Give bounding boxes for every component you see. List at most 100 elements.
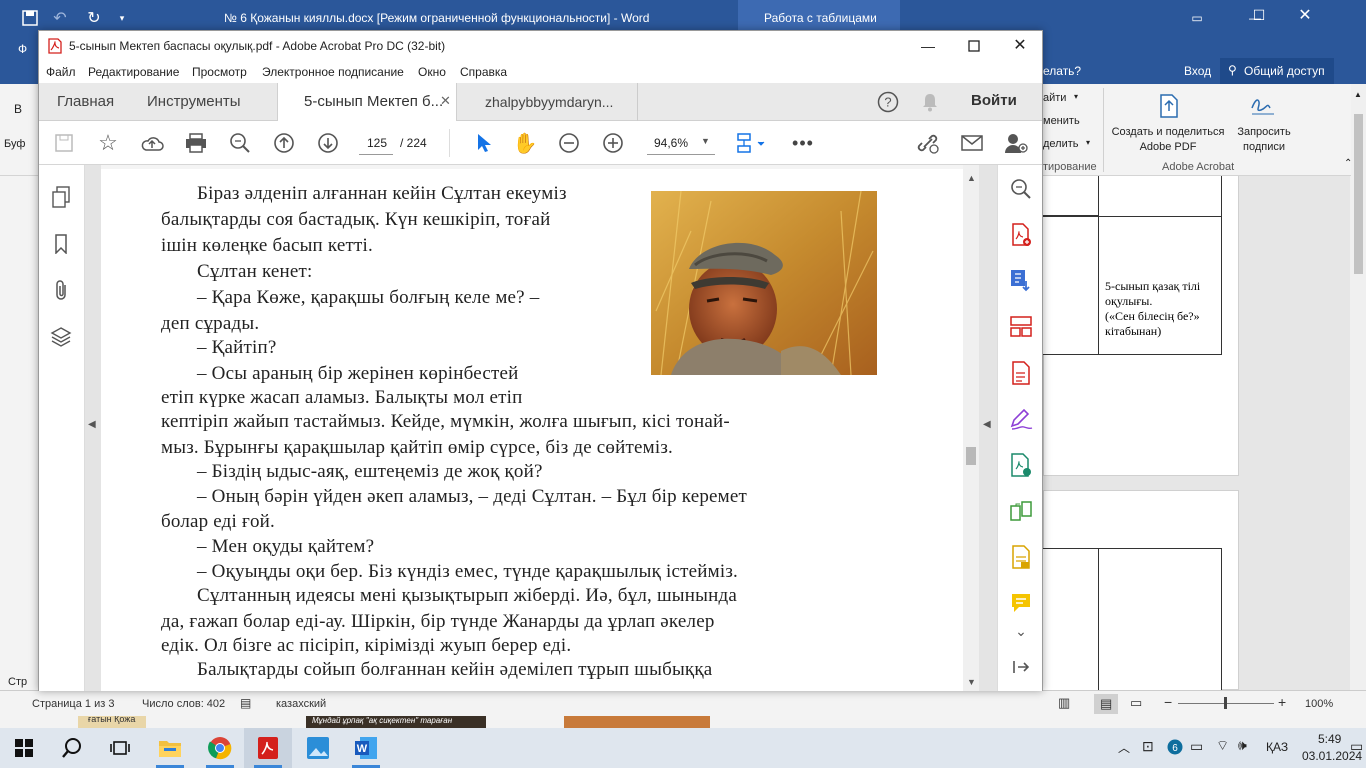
- bookmark-icon[interactable]: [49, 232, 73, 256]
- taskbar-chrome[interactable]: [196, 728, 244, 768]
- edit-pdf-icon[interactable]: [1009, 361, 1033, 385]
- word-count-status[interactable]: Число слов: 402: [142, 698, 225, 710]
- word-close-icon[interactable]: ✕: [1296, 6, 1314, 24]
- comment-icon[interactable]: [1009, 591, 1033, 615]
- login-button[interactable]: Вход: [1184, 64, 1211, 78]
- ribbon-display-icon[interactable]: ▭: [1188, 9, 1206, 27]
- web-layout-icon[interactable]: ▭: [1130, 695, 1142, 711]
- scroll-up-icon[interactable]: ▲: [967, 173, 976, 183]
- scroll-down-icon[interactable]: ▼: [967, 677, 976, 687]
- print-icon[interactable]: [184, 131, 208, 155]
- tab-document-2[interactable]: zhalpybbyymdaryn...: [485, 83, 613, 121]
- more-tools-icon[interactable]: •••: [791, 131, 815, 155]
- attachment-icon[interactable]: [49, 278, 73, 302]
- previous-page-icon[interactable]: [272, 131, 296, 155]
- page-display-icon[interactable]: [735, 131, 769, 155]
- help-icon[interactable]: ?: [877, 91, 899, 113]
- page-thumbnails-icon[interactable]: [49, 185, 73, 209]
- zoom-slider-thumb[interactable]: [1224, 697, 1227, 709]
- menu-window[interactable]: Окно: [418, 65, 446, 79]
- collapse-panel-icon[interactable]: [1009, 655, 1033, 679]
- select-pointer-icon[interactable]: [471, 131, 495, 155]
- network-icon[interactable]: ⌔: [1216, 737, 1229, 755]
- stamp-icon[interactable]: [1009, 545, 1033, 569]
- menu-edit[interactable]: Редактирование: [88, 65, 179, 79]
- battery-icon[interactable]: ▭: [1190, 738, 1203, 755]
- word-scrollbar-track[interactable]: ▲: [1351, 84, 1366, 690]
- taskbar-file-explorer[interactable]: [146, 728, 194, 768]
- customize-qat-icon[interactable]: ▾: [114, 8, 130, 28]
- zoom-out-icon[interactable]: [557, 131, 581, 155]
- zoom-slider[interactable]: [1178, 697, 1274, 709]
- create-pdf-icon[interactable]: [1009, 223, 1033, 247]
- scrollbar-thumb[interactable]: [966, 447, 976, 465]
- organize-pages-icon[interactable]: [1009, 315, 1033, 339]
- search-document-icon[interactable]: [1009, 177, 1033, 201]
- zoom-level[interactable]: 100%: [1305, 698, 1333, 710]
- input-language[interactable]: ҚАЗ: [1266, 740, 1288, 754]
- add-user-icon[interactable]: [1003, 131, 1029, 155]
- next-page-icon[interactable]: [316, 131, 340, 155]
- show-hidden-icons[interactable]: ︿: [1118, 739, 1130, 756]
- tab-home[interactable]: Главная: [57, 83, 114, 121]
- search-button[interactable]: [48, 728, 96, 768]
- export-pdf-icon[interactable]: [1009, 269, 1033, 293]
- task-view-button[interactable]: [96, 728, 144, 768]
- ribbon-find-fragment[interactable]: айти: [1043, 92, 1066, 104]
- menu-help[interactable]: Справка: [460, 65, 507, 79]
- word-maximize-icon[interactable]: ☐: [1250, 6, 1268, 24]
- meet-now-icon[interactable]: ⊡: [1142, 738, 1154, 755]
- search-icon[interactable]: [228, 131, 252, 155]
- notifications-bell-icon[interactable]: [919, 91, 941, 113]
- menu-view[interactable]: Просмотр: [192, 65, 247, 79]
- menu-file[interactable]: Файл: [46, 65, 76, 79]
- start-button[interactable]: [0, 728, 48, 768]
- tray-app-icon[interactable]: 6: [1166, 738, 1184, 756]
- zoom-in-icon[interactable]: [601, 131, 625, 155]
- print-layout-button[interactable]: ▤: [1094, 694, 1118, 714]
- expand-right-panel-icon[interactable]: ◀: [983, 419, 991, 430]
- word-scrollbar-thumb[interactable]: [1354, 114, 1363, 274]
- save-icon[interactable]: [20, 8, 40, 28]
- send-for-review-icon[interactable]: [1009, 453, 1033, 477]
- star-icon[interactable]: ☆: [96, 130, 120, 155]
- redo-icon[interactable]: ↻: [84, 8, 104, 28]
- menu-e-sign[interactable]: Электронное подписание: [262, 65, 404, 79]
- pdf-vertical-scrollbar[interactable]: ▲ ▼: [963, 165, 979, 691]
- save-icon[interactable]: [53, 132, 75, 154]
- cloud-upload-icon[interactable]: [140, 131, 164, 155]
- taskbar-photos[interactable]: [294, 728, 342, 768]
- undo-icon[interactable]: ↶: [50, 8, 70, 28]
- share-link-icon[interactable]: [915, 131, 941, 155]
- notifications-icon[interactable]: ▭: [1350, 738, 1363, 755]
- file-tab-fragment[interactable]: Ф: [18, 42, 27, 56]
- fill-sign-icon[interactable]: [1009, 407, 1033, 431]
- close-icon[interactable]: ✕: [1011, 36, 1029, 54]
- ribbon-replace-fragment[interactable]: менить: [1043, 115, 1080, 127]
- page-count-status[interactable]: Страница 1 из 3: [32, 698, 114, 710]
- create-share-pdf-button[interactable]: Создать и поделиться Adobe PDF: [1106, 90, 1230, 156]
- tab-tools[interactable]: Инструменты: [147, 83, 241, 121]
- taskbar-acrobat[interactable]: [244, 728, 292, 768]
- tell-me-box[interactable]: елать?: [1043, 64, 1081, 78]
- zoom-out-icon[interactable]: −: [1164, 694, 1172, 710]
- maximize-icon[interactable]: [965, 37, 983, 55]
- zoom-level-select[interactable]: 94,6% ▼: [647, 131, 715, 155]
- collapse-left-panel-icon[interactable]: ◀: [88, 419, 96, 430]
- zoom-in-icon[interactable]: +: [1278, 694, 1286, 710]
- read-mode-icon[interactable]: ▥: [1058, 695, 1070, 711]
- email-icon[interactable]: [959, 131, 985, 155]
- volume-icon[interactable]: 🕪: [1238, 737, 1247, 754]
- page-number-input[interactable]: 125: [359, 131, 393, 155]
- hand-tool-icon[interactable]: ✋: [513, 131, 538, 155]
- tab-document-active[interactable]: 5-сынып Мектеп б...: [277, 83, 457, 122]
- ribbon-select-fragment[interactable]: делить: [1043, 138, 1079, 150]
- language-status[interactable]: казахский: [276, 698, 326, 710]
- share-button[interactable]: ⚲ Общий доступ: [1220, 58, 1334, 84]
- chevron-down-icon[interactable]: ⌄: [1009, 621, 1033, 641]
- close-tab-icon[interactable]: ✕: [440, 93, 451, 109]
- sign-in-button[interactable]: Войти: [971, 92, 1017, 109]
- minimize-icon[interactable]: —: [919, 37, 937, 55]
- scroll-up-icon[interactable]: ▲: [1354, 90, 1362, 99]
- clock-time[interactable]: 5:49: [1318, 732, 1341, 746]
